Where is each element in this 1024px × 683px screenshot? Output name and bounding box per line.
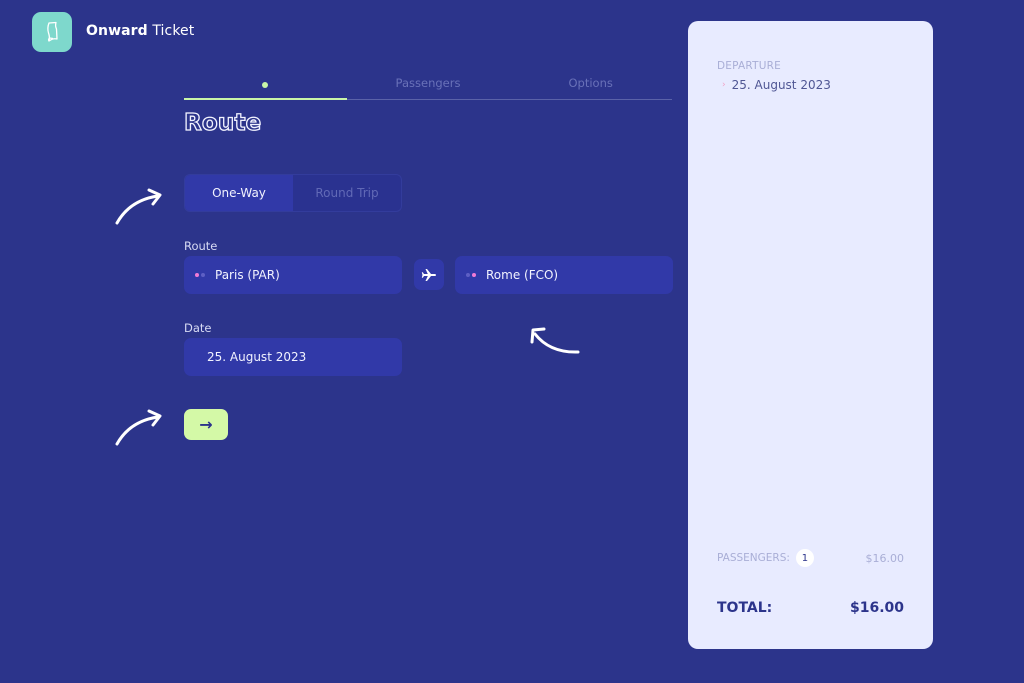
destination-input[interactable]: Rome (FCO) (455, 256, 673, 294)
total-value: $16.00 (849, 600, 904, 616)
brand-light: Ticket (147, 23, 195, 39)
passengers-count-badge: 1 (795, 549, 814, 567)
date-input[interactable]: 25. August 2023 (184, 338, 402, 376)
total-label: TOTAL: (717, 600, 773, 616)
ticket-icon (47, 21, 58, 42)
origin-input[interactable]: Paris (PAR) (184, 256, 402, 294)
active-step-dot (262, 82, 269, 88)
app-logo (32, 12, 72, 52)
annotation-arrow-icon (530, 327, 580, 354)
tab-passengers[interactable]: Passengers (347, 72, 510, 99)
departure-value: 25. August 2023 (731, 78, 831, 92)
departure-row: › 25. August 2023 (722, 78, 831, 92)
passengers-row: PASSENGERS: 1 $16.00 (717, 549, 904, 567)
origin-dots-icon (195, 273, 205, 277)
chevron-right-icon: › (722, 80, 726, 90)
passengers-label: PASSENGERS: (717, 552, 790, 564)
tab-route[interactable] (184, 72, 347, 100)
round-trip-option[interactable]: Round Trip (293, 175, 401, 211)
step-tabs: Passengers Options (184, 72, 672, 100)
annotation-arrow-icon (115, 409, 162, 446)
next-button[interactable]: → (184, 409, 228, 440)
swap-route-button[interactable] (414, 259, 444, 290)
app-title: Onward Ticket (86, 23, 194, 39)
origin-value: Paris (PAR) (215, 268, 280, 282)
route-label: Route (184, 239, 218, 253)
tab-options[interactable]: Options (509, 72, 672, 99)
booking-summary-panel: DEPARTURE › 25. August 2023 PASSENGERS: … (688, 21, 933, 649)
date-label: Date (184, 321, 212, 335)
page-title: Route (183, 109, 262, 136)
destination-dots-icon (466, 273, 476, 277)
trip-type-toggle: One-Way Round Trip (184, 174, 402, 212)
total-row: TOTAL: $16.00 (717, 600, 904, 616)
annotation-arrow-icon (115, 188, 162, 225)
brand-bold: Onward (86, 23, 148, 39)
date-value: 25. August 2023 (207, 350, 307, 364)
passengers-price: $16.00 (865, 551, 905, 565)
airplane-icon (421, 268, 436, 281)
destination-value: Rome (FCO) (486, 268, 559, 282)
one-way-option[interactable]: One-Way (185, 175, 293, 211)
departure-label: DEPARTURE (717, 60, 781, 72)
